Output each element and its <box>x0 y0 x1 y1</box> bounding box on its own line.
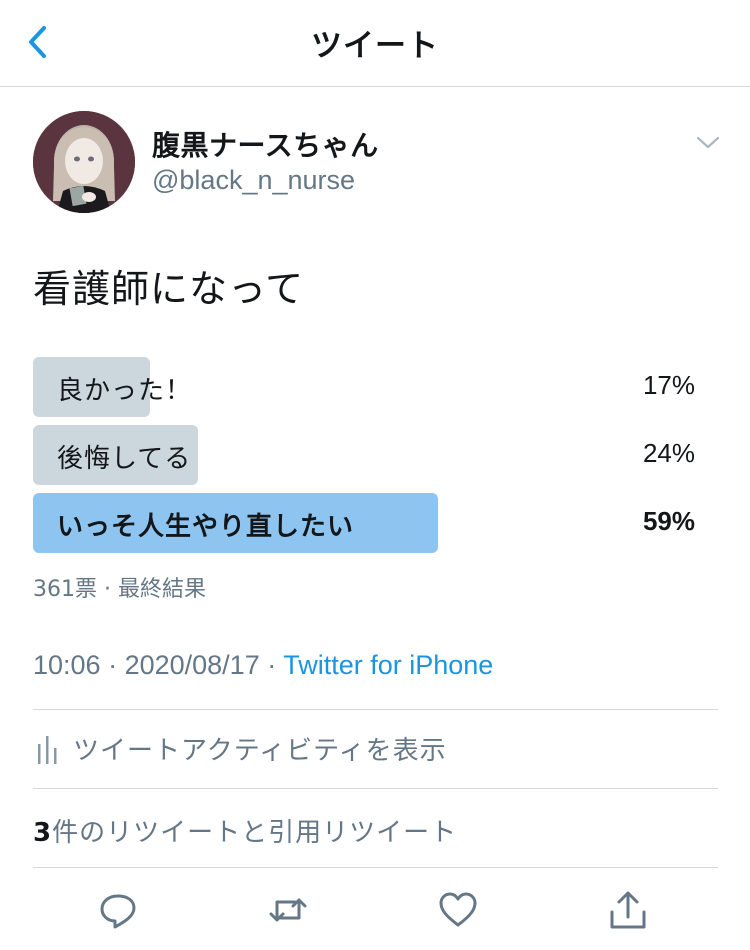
chevron-down-icon <box>696 136 720 149</box>
poll-option-percent: 24% <box>642 438 695 468</box>
poll-option: 後悔してる 24% <box>33 425 695 485</box>
retweet-label: 件のリツイートと引用リツイート <box>52 818 458 848</box>
retweets-and-quotes-link[interactable]: 3件のリツイートと引用リツイート <box>33 812 457 849</box>
separator: · <box>100 650 125 680</box>
heart-icon <box>439 892 477 927</box>
page-title: ツイート <box>311 28 439 64</box>
poll-option-label: いっそ人生やり直したい <box>57 512 355 542</box>
tweet-text: 看護師になって <box>33 267 305 311</box>
divider <box>33 709 718 710</box>
divider <box>33 867 718 868</box>
retweet-count: 3 <box>33 818 53 848</box>
poll-option-winner: いっそ人生やり直したい 59% <box>33 493 695 553</box>
poll-option-percent: 17% <box>642 370 695 400</box>
avatar[interactable] <box>33 111 135 213</box>
tweet-source-link[interactable]: Twitter for iPhone <box>283 650 493 680</box>
tweet-date: 2020/08/17 <box>124 650 260 680</box>
poll-option-label: 良かった！ <box>57 376 193 406</box>
more-options-button[interactable] <box>694 132 722 152</box>
author-display-name[interactable]: 腹黒ナースちゃん <box>152 124 379 164</box>
like-button[interactable] <box>438 890 478 930</box>
retweet-icon <box>269 898 307 922</box>
divider <box>33 788 718 789</box>
retweet-button[interactable] <box>268 890 308 930</box>
author-handle[interactable]: @black_n_nurse <box>152 165 355 196</box>
reply-icon <box>100 894 136 929</box>
share-icon <box>610 891 646 929</box>
poll-option: 良かった！ 17% <box>33 357 695 417</box>
reply-button[interactable] <box>98 890 138 930</box>
navigation-bar: ツイート <box>0 0 750 87</box>
tweet-time: 10:06 <box>33 650 101 680</box>
avatar-image <box>33 111 135 213</box>
share-button[interactable] <box>608 890 648 930</box>
view-tweet-activity-label: ツイートアクティビティを表示 <box>73 736 447 766</box>
poll-option-label: 後悔してる <box>57 444 192 474</box>
tweet-timestamp: 10:06 · 2020/08/17 · Twitter for iPhone <box>33 650 493 681</box>
bar-chart-icon <box>38 736 57 764</box>
separator: · <box>259 650 284 680</box>
poll-result-meta: 361票 · 最終結果 <box>33 577 206 602</box>
poll-option-percent: 59% <box>642 506 695 536</box>
